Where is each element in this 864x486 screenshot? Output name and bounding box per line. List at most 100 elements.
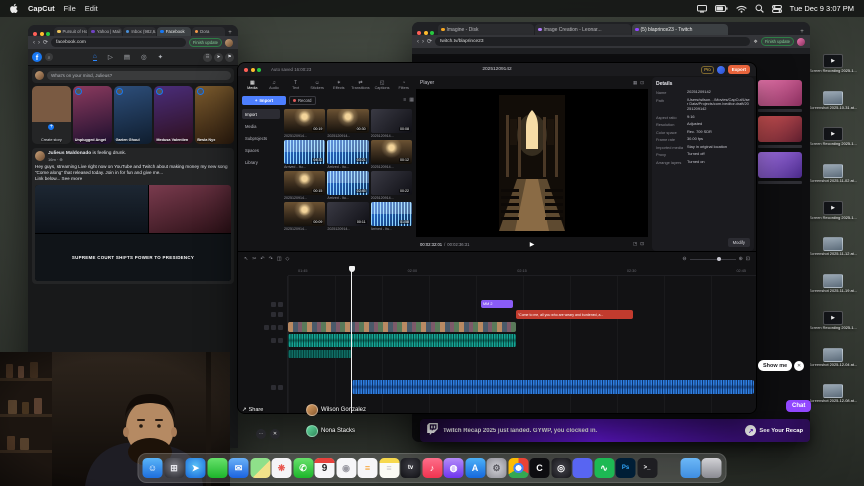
post-author-name[interactable]: Julieus Maldonado is feeling drunk. — [48, 151, 126, 156]
battery-icon[interactable] — [715, 5, 728, 12]
viewer-row[interactable]: Nona Stacks — [306, 425, 366, 437]
url-input[interactable]: facebook.com — [51, 38, 186, 47]
browser-tab[interactable]: Dora — [192, 27, 225, 36]
track-lock-icon[interactable] — [278, 325, 283, 330]
see-your-recap-button[interactable]: ↗ See Your Recap — [745, 425, 803, 436]
track-mute-icon[interactable] — [278, 338, 283, 343]
zoom-window-button[interactable] — [46, 32, 50, 36]
minimize-window-button[interactable] — [40, 32, 44, 36]
new-tab-button[interactable]: + — [226, 30, 234, 36]
zoom-window-button[interactable] — [430, 31, 434, 35]
keyframe-icon[interactable]: ◇ — [286, 256, 290, 262]
audio-clip-short[interactable] — [288, 350, 352, 358]
dock-app-icon[interactable]: ≡ — [379, 458, 399, 478]
active-app-name[interactable]: CapCut — [28, 4, 55, 13]
marketplace-tab-icon[interactable]: ▤ — [124, 53, 130, 61]
import-button[interactable]: +Import — [242, 96, 286, 105]
menubar-menu-item[interactable]: File — [64, 4, 76, 13]
url-input[interactable]: twitch.tv/blaprince23 — [435, 37, 750, 46]
expand-icon[interactable]: ⊡ — [640, 80, 644, 86]
more-options-button[interactable]: ⋯ — [256, 429, 266, 439]
wifi-icon[interactable] — [736, 5, 747, 13]
facebook-search-icon[interactable]: ⌕ — [45, 53, 53, 61]
post-image-collage[interactable]: SUPREME COURT SHIFTS POWER TO PRESIDENCY — [35, 185, 231, 281]
export-button[interactable]: Export — [728, 65, 750, 74]
dock-app-icon[interactable]: ✉ — [229, 458, 249, 478]
desktop-file-icon[interactable]: Screenshot 2025-12-04 at... — [804, 348, 862, 368]
zoom-window-button[interactable] — [257, 68, 261, 72]
back-button[interactable]: ‹ — [33, 40, 35, 46]
audio-clip-waveform[interactable] — [288, 334, 516, 347]
playhead[interactable] — [351, 266, 352, 413]
dock-app-icon[interactable]: Ps — [616, 458, 636, 478]
caption-clip[interactable]: “Come to me, all you who are weary and b… — [516, 310, 633, 319]
forward-button[interactable]: › — [38, 40, 40, 46]
groups-tab-icon[interactable]: ◎ — [141, 53, 147, 61]
story-card[interactable]: + Garien Ghoul — [114, 86, 153, 144]
dock-app-icon[interactable] — [207, 458, 227, 478]
media-asset[interactable]: 02:45 Arrived - Itu... — [327, 171, 368, 200]
media-asset[interactable]: 00:09 2025120914... — [284, 202, 325, 231]
modify-button[interactable]: Modify — [728, 238, 750, 247]
control-center-icon[interactable] — [772, 5, 782, 13]
browser-tab[interactable]: Facebook — [157, 27, 190, 36]
menubar-menu-item[interactable]: Edit — [85, 4, 98, 13]
window-controls[interactable] — [33, 32, 50, 36]
window-controls[interactable] — [244, 68, 261, 72]
ribbon-tab[interactable]: ✶ Effects — [329, 77, 350, 93]
dock-app-icon[interactable] — [659, 458, 679, 478]
gaming-tab-icon[interactable]: ✦ — [158, 53, 163, 61]
dock-app-icon[interactable]: 9 — [315, 458, 335, 478]
close-window-button[interactable] — [244, 68, 248, 72]
desktop-file-icon[interactable]: Screenshot 2025-10-31 at... — [804, 91, 862, 111]
desktop-file-icon[interactable]: Screen Recording 2025-1... — [804, 201, 862, 221]
ribbon-tab[interactable]: ☺ Stickers — [307, 77, 328, 93]
track-toggle-icon[interactable] — [271, 302, 276, 307]
story-card[interactable]: + Create story — [32, 86, 71, 144]
split-tool-icon[interactable]: ✂ — [252, 256, 256, 262]
dock-app-icon[interactable]: ♪ — [422, 458, 442, 478]
dock-app-icon[interactable] — [573, 458, 593, 478]
ribbon-tab[interactable]: ◔ Filters — [393, 77, 414, 93]
ribbon-tab[interactable]: T Text — [285, 77, 306, 93]
media-asset[interactable]: 00:30 2025120914... — [327, 109, 368, 138]
track-mute-icon[interactable] — [278, 385, 283, 390]
media-sidebar-item[interactable]: Spaces — [242, 145, 280, 155]
close-overlay-button[interactable]: ✕ — [270, 429, 280, 439]
minimize-window-button[interactable] — [251, 68, 255, 72]
media-asset[interactable]: 00:19 2025120914... — [284, 109, 325, 138]
minimize-window-button[interactable] — [424, 31, 428, 35]
notifications-bell-icon[interactable]: ⚑ — [225, 53, 234, 62]
menubar-clock[interactable]: Tue Dec 9 3:07 PM — [790, 4, 854, 13]
stream-thumbnail[interactable] — [758, 80, 802, 106]
desktop-file-icon[interactable]: Screen Recording 2025-1... — [804, 54, 862, 74]
browser-tab[interactable]: (5) blaprince23 - Twitch — [632, 24, 728, 35]
close-window-button[interactable] — [33, 32, 37, 36]
dock-app-icon[interactable]: ➤ — [186, 458, 206, 478]
redo-icon[interactable]: ↷ — [269, 256, 273, 262]
play-button[interactable]: ▶ — [530, 241, 535, 248]
track-mute-icon[interactable] — [271, 325, 276, 330]
window-controls[interactable] — [417, 31, 434, 35]
forward-button[interactable]: › — [422, 39, 424, 45]
post-author-avatar[interactable] — [35, 151, 45, 161]
back-button[interactable]: ‹ — [417, 39, 419, 45]
media-asset[interactable]: 01:58 Arrived - Itu... — [371, 202, 412, 231]
fit-timeline-icon[interactable]: ⊡ — [746, 256, 750, 262]
zoom-slider-knob[interactable] — [717, 257, 721, 261]
track-toggle-icon[interactable] — [271, 385, 276, 390]
capcut-account-avatar[interactable] — [717, 66, 725, 74]
user-avatar[interactable] — [35, 71, 44, 80]
grid-view-icon[interactable]: ▦ — [409, 97, 414, 103]
story-card[interactable]: + Besla Nyx — [195, 86, 234, 144]
zoom-in-icon[interactable]: ⊕ — [739, 256, 743, 262]
browser-tab[interactable]: Image Creation - Leonar... — [535, 24, 631, 35]
media-asset[interactable]: 00:11 2025120914... — [327, 202, 368, 231]
dock-app-icon[interactable] — [508, 458, 528, 478]
zoom-slider[interactable] — [690, 259, 736, 260]
media-asset[interactable]: 03:21 Arrived - Itu... — [327, 140, 368, 169]
undo-icon[interactable]: ↶ — [260, 256, 264, 262]
media-sidebar-item[interactable]: Import — [242, 109, 280, 119]
media-asset[interactable]: 00:12 2025120914... — [371, 140, 412, 169]
music-clip-waveform[interactable] — [352, 380, 754, 394]
